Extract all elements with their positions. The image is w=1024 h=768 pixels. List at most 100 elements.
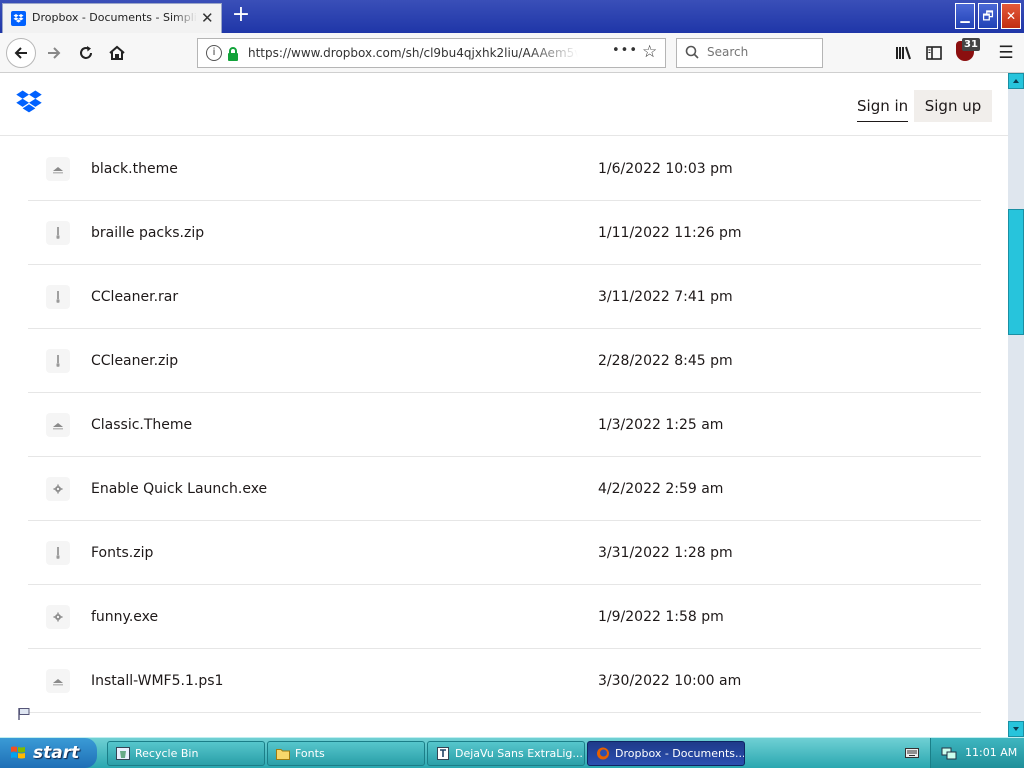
taskbar-item-recycle-bin[interactable]: Recycle Bin	[107, 741, 265, 766]
taskbar-item-font-viewer[interactable]: DejaVu Sans ExtraLig...	[427, 741, 585, 766]
file-modified-date: 1/11/2022 11:26 pm	[598, 225, 742, 241]
windows-taskbar: start Recycle Bin Fonts DejaVu Sans Extr…	[0, 737, 1024, 768]
file-row[interactable]: Install-WMF5.1.ps1 3/30/2022 10:00 am	[28, 649, 981, 713]
window-close-button[interactable]: ✕	[1001, 3, 1021, 29]
file-name[interactable]: Classic.Theme	[91, 417, 192, 433]
sidebar-icon	[926, 46, 942, 60]
file-modified-date: 3/30/2022 10:00 am	[598, 673, 742, 689]
dropbox-header: Sign in Sign up	[0, 73, 1008, 136]
file-modified-date: 3/31/2022 1:28 pm	[598, 545, 733, 561]
theme-file-icon	[46, 669, 70, 693]
file-modified-date: 4/2/2022 2:59 am	[598, 481, 724, 497]
bookmark-star-icon[interactable]: ☆	[642, 42, 657, 62]
dropbox-logo-icon[interactable]	[15, 90, 43, 118]
task-label: Recycle Bin	[135, 747, 199, 760]
task-label: Dropbox - Documents...	[615, 747, 745, 760]
hamburger-menu-icon[interactable]: ☰	[992, 39, 1020, 67]
taskbar-item-fonts[interactable]: Fonts	[267, 741, 425, 766]
exe-file-icon	[46, 477, 70, 501]
task-label: DejaVu Sans ExtraLig...	[455, 747, 583, 760]
file-row[interactable]: funny.exe 1/9/2022 1:58 pm	[28, 585, 981, 649]
url-text: https://www.dropbox.com/sh/cl9bu4qjxhk2l…	[248, 46, 578, 60]
sign-up-button[interactable]: Sign up	[914, 90, 992, 122]
zip-file-icon	[46, 541, 70, 565]
forward-button[interactable]	[40, 39, 68, 67]
theme-file-icon	[46, 157, 70, 181]
window-minimize-button[interactable]: ▁	[955, 3, 975, 29]
tab-title: Dropbox - Documents - Simplify your life	[32, 11, 197, 24]
zip-file-icon	[46, 285, 70, 309]
font-file-icon	[437, 747, 449, 760]
sign-in-link[interactable]: Sign in	[857, 91, 909, 122]
scroll-down-arrow-icon[interactable]	[1008, 721, 1024, 737]
home-button[interactable]	[103, 39, 131, 67]
file-row[interactable]: CCleaner.zip 2/28/2022 8:45 pm	[28, 329, 981, 393]
window-maximize-button[interactable]: 🗗	[978, 3, 998, 29]
file-name[interactable]: black.theme	[91, 161, 178, 177]
page-actions-icon[interactable]: •••	[612, 43, 638, 58]
vertical-scrollbar[interactable]	[1008, 73, 1024, 737]
file-list: black.theme 1/6/2022 10:03 pm braille pack…	[28, 137, 981, 713]
zip-file-icon	[46, 349, 70, 373]
exe-file-icon	[46, 605, 70, 629]
firefox-icon	[597, 747, 609, 760]
file-name[interactable]: funny.exe	[91, 609, 158, 625]
arrow-left-icon	[14, 47, 27, 59]
scroll-up-arrow-icon[interactable]	[1008, 73, 1024, 89]
file-name[interactable]: Enable Quick Launch.exe	[91, 481, 267, 497]
file-modified-date: 2/28/2022 8:45 pm	[598, 353, 733, 369]
file-name[interactable]: Fonts.zip	[91, 545, 153, 561]
lock-icon	[227, 46, 239, 65]
theme-file-icon	[46, 413, 70, 437]
dropbox-favicon-icon	[11, 11, 26, 26]
arrow-right-icon	[48, 47, 61, 59]
tray-clock: 11:01 AM	[965, 746, 1018, 759]
file-row[interactable]: Fonts.zip 3/31/2022 1:28 pm	[28, 521, 981, 585]
search-icon	[685, 45, 699, 59]
file-name[interactable]: Install-WMF5.1.ps1	[91, 673, 223, 689]
keyboard-icon[interactable]	[905, 748, 919, 758]
web-page: Sign in Sign up black.theme 1/6/2022 10:0…	[0, 73, 1008, 737]
file-row[interactable]: Classic.Theme 1/3/2022 1:25 am	[28, 393, 981, 457]
address-bar[interactable]: i https://www.dropbox.com/sh/cl9bu4qjxhk…	[197, 38, 666, 68]
flag-icon[interactable]	[17, 707, 31, 721]
scrollbar-thumb[interactable]	[1008, 209, 1024, 335]
addon-badge-count: 31	[962, 38, 980, 51]
file-modified-date: 1/3/2022 1:25 am	[598, 417, 724, 433]
browser-title-bar: Dropbox - Documents - Simplify your life…	[0, 0, 1024, 33]
search-box[interactable]	[676, 38, 823, 68]
file-modified-date: 3/11/2022 7:41 pm	[598, 289, 733, 305]
tab-close-icon[interactable]: ✕	[201, 9, 214, 27]
library-icon	[896, 46, 911, 60]
file-name[interactable]: CCleaner.zip	[91, 353, 178, 369]
browser-toolbar: i https://www.dropbox.com/sh/cl9bu4qjxhk…	[0, 33, 1024, 73]
zip-file-icon	[46, 221, 70, 245]
browser-tab-dropbox[interactable]: Dropbox - Documents - Simplify your life…	[2, 3, 222, 33]
system-tray: 11:01 AM	[930, 738, 1024, 768]
file-row[interactable]: black.theme 1/6/2022 10:03 pm	[28, 137, 981, 201]
windows-logo-icon	[11, 746, 25, 759]
search-input[interactable]	[705, 44, 819, 60]
file-row[interactable]: CCleaner.rar 3/11/2022 7:41 pm	[28, 265, 981, 329]
network-icon[interactable]	[941, 745, 957, 761]
library-button[interactable]	[890, 39, 918, 67]
start-button[interactable]: start	[0, 738, 97, 768]
back-button[interactable]	[6, 38, 36, 68]
file-modified-date: 1/9/2022 1:58 pm	[598, 609, 724, 625]
site-info-icon[interactable]: i	[206, 45, 222, 61]
file-name[interactable]: CCleaner.rar	[91, 289, 178, 305]
home-icon	[109, 45, 125, 60]
new-tab-button[interactable]: +	[228, 3, 254, 29]
file-row[interactable]: Enable Quick Launch.exe 4/2/2022 2:59 am	[28, 457, 981, 521]
file-modified-date: 1/6/2022 10:03 pm	[598, 161, 733, 177]
file-name[interactable]: braille packs.zip	[91, 225, 204, 241]
reload-button[interactable]	[72, 39, 100, 67]
file-row[interactable]: braille packs.zip 1/11/2022 11:26 pm	[28, 201, 981, 265]
start-label: start	[33, 743, 80, 763]
taskbar-item-dropbox-browser[interactable]: Dropbox - Documents...	[587, 741, 745, 766]
task-label: Fonts	[295, 747, 325, 760]
sidebar-button[interactable]	[920, 39, 948, 67]
folder-icon	[276, 749, 290, 760]
recycle-bin-icon	[116, 747, 130, 760]
reload-icon	[80, 46, 92, 59]
